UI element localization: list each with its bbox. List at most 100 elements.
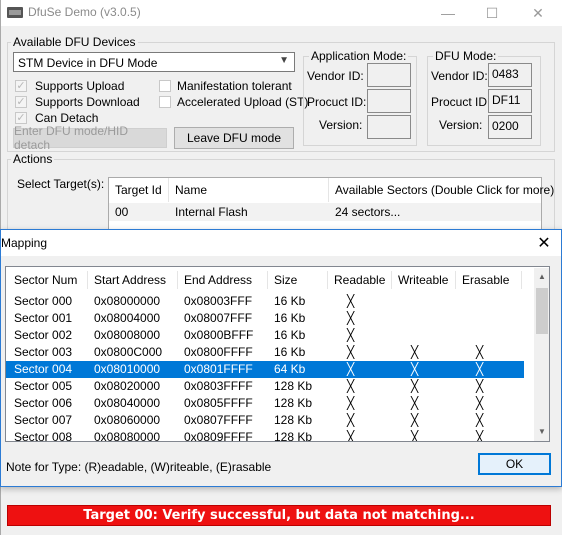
select-targets-label: Select Target(s):	[17, 177, 105, 191]
device-select[interactable]: STM Device in DFU Mode ▼	[13, 52, 295, 72]
scroll-thumb[interactable]	[536, 288, 548, 334]
accelerated-upload-label: Accelerated Upload (ST)	[177, 95, 309, 109]
sector-num-cell: Sector 001	[14, 311, 73, 325]
sector-row[interactable]: Sector 002 0x08008000 0x0800BFFF 16 Kb ╳	[6, 327, 524, 344]
sector-row[interactable]: Sector 008 0x08080000 0x0809FFFF 128 Kb ╳ ╳ ╳	[6, 429, 524, 442]
supports-download-label: Supports Download	[35, 95, 140, 109]
erasable-mark: ╳	[476, 396, 484, 410]
erasable-mark: ╳	[476, 345, 484, 359]
size-cell: 128 Kb	[274, 396, 313, 410]
minimize-button[interactable]: —	[425, 0, 471, 26]
can-detach-label: Can Detach	[35, 111, 99, 125]
target-id-header[interactable]: Target Id	[109, 178, 169, 202]
enter-dfu-mode-button[interactable]: Enter DFU mode/HID detach	[13, 124, 167, 152]
dfu-mode-label: DFU Mode:	[433, 49, 499, 63]
end-address-cell: 0x0800FFFF	[184, 345, 253, 359]
accelerated-upload-checkbox[interactable]	[159, 96, 171, 108]
target-name-header[interactable]: Name	[169, 178, 329, 202]
sector-num-cell: Sector 005	[14, 379, 73, 393]
sector-row[interactable]: Sector 005 0x08020000 0x0803FFFF 128 Kb ╳ ╳ ╳	[6, 378, 524, 395]
sector-mapping-list: Sector Num Start Address End Address Siz…	[5, 266, 550, 442]
size-cell: 128 Kb	[274, 379, 313, 393]
can-detach-checkbox[interactable]: ✓	[15, 112, 27, 124]
targets-table: Target Id Name Available Sectors (Double…	[108, 177, 554, 231]
size-cell: 16 Kb	[274, 294, 306, 308]
mapping-dialog: Mapping ✕ Sector Num Start Address End A…	[0, 229, 562, 487]
start-address-header[interactable]: Start Address	[88, 271, 178, 289]
dfu-product-id-label: Procuct ID:	[431, 95, 491, 109]
end-address-cell: 0x0801FFFF	[184, 362, 253, 376]
start-address-cell: 0x08004000	[94, 311, 161, 325]
readable-mark: ╳	[347, 430, 355, 442]
window-title: DfuSe Demo (v3.0.5)	[28, 5, 141, 19]
end-address-cell: 0x08007FFF	[184, 311, 253, 325]
end-address-cell: 0x0809FFFF	[184, 430, 253, 442]
target-row-sectors: 24 sectors...	[335, 205, 401, 219]
sector-row[interactable]: Sector 003 0x0800C000 0x0800FFFF 16 Kb ╳ ╳ ╳	[6, 344, 524, 361]
app-vendor-id-label: Vendor ID:	[307, 69, 364, 83]
dfu-vendor-id-field: 0483	[488, 63, 532, 87]
readable-mark: ╳	[347, 362, 355, 376]
end-address-cell: 0x0807FFFF	[184, 413, 253, 427]
sector-row[interactable]: Sector 007 0x08060000 0x0807FFFF 128 Kb ╳ ╳ ╳	[6, 412, 524, 429]
main-titlebar: DfuSe Demo (v3.0.5) — ☐ ✕	[1, 0, 562, 26]
writeable-mark: ╳	[411, 379, 419, 393]
readable-mark: ╳	[347, 328, 355, 342]
ok-button[interactable]: OK	[478, 453, 551, 475]
vertical-scrollbar[interactable]: ▲ ▼	[534, 268, 549, 441]
writeable-header[interactable]: Writeable	[392, 271, 456, 289]
supports-upload-label: Supports Upload	[35, 79, 125, 93]
actions-group-label: Actions	[11, 152, 55, 166]
app-version-field	[367, 115, 411, 139]
target-row-id: 00	[115, 205, 129, 219]
readable-header[interactable]: Readable	[328, 271, 392, 289]
erasable-header[interactable]: Erasable	[456, 271, 522, 289]
end-address-header[interactable]: End Address	[178, 271, 268, 289]
readable-mark: ╳	[347, 413, 355, 427]
end-address-cell: 0x0805FFFF	[184, 396, 253, 410]
mapping-title: Mapping	[1, 236, 48, 250]
sector-num-cell: Sector 003	[14, 345, 73, 359]
maximize-button[interactable]: ☐	[469, 0, 515, 26]
scroll-down-arrow-icon[interactable]: ▼	[534, 425, 549, 439]
erasable-mark: ╳	[476, 430, 484, 442]
sector-num-cell: Sector 007	[14, 413, 73, 427]
start-address-cell: 0x08080000	[94, 430, 161, 442]
supports-download-checkbox[interactable]: ✓	[15, 96, 27, 108]
sector-row[interactable]: Sector 001 0x08004000 0x08007FFF 16 Kb ╳	[6, 310, 524, 327]
erasable-mark: ╳	[476, 379, 484, 393]
writeable-mark: ╳	[411, 396, 419, 410]
manifestation-tolerant-checkbox[interactable]	[159, 80, 171, 92]
sector-num-cell: Sector 004	[14, 362, 73, 376]
sector-row[interactable]: Sector 004 0x08010000 0x0801FFFF 64 Kb ╳ ╳ ╳	[6, 361, 524, 378]
erasable-mark: ╳	[476, 413, 484, 427]
app-version-label: Version:	[319, 118, 363, 132]
main-close-button[interactable]: ✕	[515, 0, 561, 26]
writeable-mark: ╳	[411, 430, 419, 442]
available-sectors-header[interactable]: Available Sectors (Double Click for more…	[329, 178, 554, 202]
close-icon[interactable]: ✕	[527, 230, 561, 256]
size-header[interactable]: Size	[268, 271, 328, 289]
status-message-bar: Target 00: Verify successful, but data n…	[7, 505, 551, 526]
supports-upload-checkbox[interactable]: ✓	[15, 80, 27, 92]
readable-mark: ╳	[347, 396, 355, 410]
size-cell: 64 Kb	[274, 362, 306, 376]
erasable-mark: ╳	[476, 362, 484, 376]
application-mode-label: Application Mode:	[309, 49, 409, 63]
sector-num-header[interactable]: Sector Num	[8, 271, 88, 289]
app-product-id-label: Procuct ID:	[307, 95, 367, 109]
dfu-version-label: Version:	[439, 118, 483, 132]
start-address-cell: 0x08060000	[94, 413, 161, 427]
leave-dfu-mode-button[interactable]: Leave DFU mode	[174, 127, 294, 149]
mapping-titlebar: Mapping ✕	[1, 230, 561, 256]
scroll-up-arrow-icon[interactable]: ▲	[534, 270, 549, 284]
target-row[interactable]: 00 Internal Flash 24 sectors...	[109, 203, 541, 221]
dfu-vendor-id-label: Vendor ID:	[431, 69, 488, 83]
dfu-devices-group-label: Available DFU Devices	[11, 35, 138, 49]
sector-num-cell: Sector 002	[14, 328, 73, 342]
sector-row[interactable]: Sector 006 0x08040000 0x0805FFFF 128 Kb ╳ ╳ ╳	[6, 395, 524, 412]
start-address-cell: 0x0800C000	[94, 345, 163, 359]
sector-row[interactable]: Sector 000 0x08000000 0x08003FFF 16 Kb ╳	[6, 293, 524, 310]
sector-num-cell: Sector 000	[14, 294, 73, 308]
sector-num-cell: Sector 006	[14, 396, 73, 410]
